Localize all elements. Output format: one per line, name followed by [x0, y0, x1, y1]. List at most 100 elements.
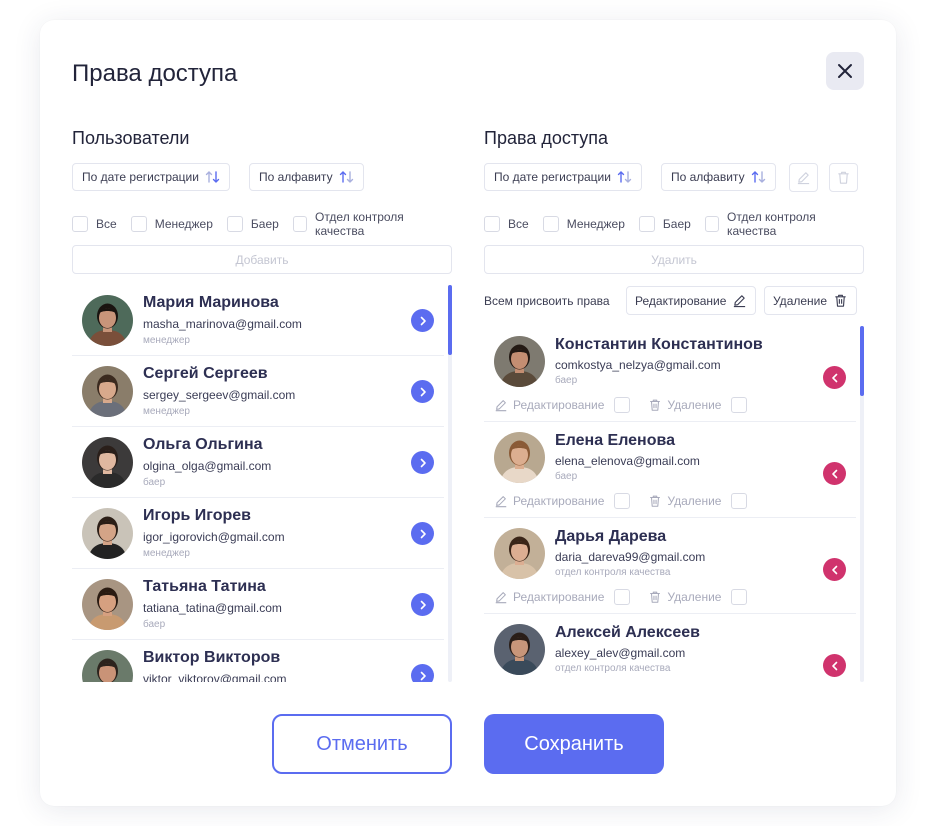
- filter-manager[interactable]: Менеджер: [130, 216, 213, 232]
- save-button[interactable]: Сохранить: [484, 714, 664, 774]
- avatar-photo: [82, 366, 133, 417]
- checkbox[interactable]: [226, 216, 243, 232]
- add-user-button[interactable]: [411, 522, 434, 545]
- filter-all[interactable]: Все: [72, 216, 117, 232]
- user-role: баер: [555, 471, 578, 482]
- scrollbar-thumb[interactable]: [860, 326, 864, 396]
- avatar-photo: [82, 579, 133, 630]
- checkbox[interactable]: [638, 216, 655, 232]
- filter-manager[interactable]: Менеджер: [542, 216, 625, 232]
- avatar: [82, 650, 133, 682]
- delete-permission-checkbox[interactable]: [731, 589, 748, 605]
- filter-label: Все: [508, 217, 529, 231]
- remove-user-button[interactable]: [823, 462, 846, 485]
- assign-delete-button[interactable]: Удаление: [764, 286, 858, 315]
- edit-permission-checkbox[interactable]: [614, 397, 631, 413]
- pencil-icon: [495, 400, 507, 412]
- user-name: Сергей Сергеев: [143, 365, 268, 382]
- sort-by-date-button[interactable]: По дате регистрации: [484, 163, 642, 191]
- add-user-button[interactable]: [411, 451, 434, 474]
- delete-permission-checkbox[interactable]: [731, 397, 748, 413]
- avatar: [494, 432, 545, 483]
- trash-icon: [835, 294, 846, 307]
- edit-permission[interactable]: Редактирование: [494, 397, 631, 413]
- delete-permission[interactable]: Удаление: [648, 493, 748, 509]
- delete-permission[interactable]: Удаление: [648, 589, 748, 605]
- permission-row[interactable]: Алексей Алексеев alexey_alev@gmail.com отд…: [484, 614, 856, 682]
- bulk-delete-button[interactable]: [829, 163, 858, 192]
- sort-icon: [751, 171, 765, 183]
- add-user-button[interactable]: [411, 593, 434, 616]
- scrollbar-thumb[interactable]: [448, 285, 452, 355]
- chevron-left-icon: [831, 661, 837, 670]
- delete-permission-checkbox[interactable]: [731, 493, 748, 509]
- user-row[interactable]: Татьяна Татина tatiana_tatina@gmail.com ба…: [72, 569, 444, 640]
- remove-user-button[interactable]: [823, 654, 846, 677]
- user-role: менеджер: [143, 406, 190, 417]
- edit-permission-label: Редактирование: [513, 398, 605, 412]
- checkbox[interactable]: [292, 216, 307, 232]
- filter-qc[interactable]: Отдел контроля качества: [292, 210, 438, 238]
- scrollbar[interactable]: [860, 326, 864, 682]
- permission-row[interactable]: Дарья Дарева daria_dareva99@gmail.com отде…: [484, 518, 856, 614]
- user-row[interactable]: Сергей Сергеев sergey_sergeev@gmail.com ме…: [72, 356, 444, 427]
- access-rights-dialog: Права доступа Пользователи По дате регис…: [40, 20, 896, 806]
- edit-permission[interactable]: Редактирование: [494, 589, 631, 605]
- permissions-list[interactable]: Константин Константинов comkostya_nelzya@…: [484, 326, 864, 682]
- cancel-button[interactable]: Отменить: [272, 714, 452, 774]
- checkbox[interactable]: [130, 216, 147, 232]
- edit-permission-label: Редактирование: [513, 494, 605, 508]
- sort-alpha-button[interactable]: По алфавиту: [661, 163, 776, 191]
- user-row[interactable]: Ольга Ольгина olgina_olga@gmail.com баер: [72, 427, 444, 498]
- remove-user-button[interactable]: [823, 366, 846, 389]
- user-role: отдел контроля качества: [555, 663, 671, 674]
- add-user-button[interactable]: [411, 664, 434, 682]
- role-filters: Все Менеджер Баер Отдел контроля качеств…: [72, 210, 452, 238]
- user-name: Татьяна Татина: [143, 578, 266, 595]
- scrollbar[interactable]: [448, 285, 452, 682]
- users-list[interactable]: Мария Маринова masha_marinova@gmail.com ме…: [72, 285, 452, 682]
- edit-permission[interactable]: Редактирование: [494, 493, 631, 509]
- edit-permission-checkbox[interactable]: [614, 589, 631, 605]
- filter-label: Баер: [662, 217, 691, 231]
- bulk-edit-button[interactable]: [789, 163, 818, 192]
- add-user-button[interactable]: [411, 380, 434, 403]
- pencil-icon: [797, 172, 810, 185]
- add-button[interactable]: Добавить: [72, 245, 452, 274]
- filter-label: Отдел контроля качества: [314, 210, 404, 238]
- edit-permission-label: Редактирование: [513, 590, 605, 604]
- user-row[interactable]: Игорь Игорев igor_igorovich@gmail.com мене…: [72, 498, 444, 569]
- filter-buyer[interactable]: Баер: [226, 216, 279, 232]
- checkbox[interactable]: [72, 216, 88, 232]
- chevron-right-icon: [420, 529, 426, 538]
- avatar-photo: [494, 336, 545, 387]
- filter-qc[interactable]: Отдел контроля качества: [704, 210, 850, 238]
- avatar: [82, 508, 133, 559]
- edit-permission-checkbox[interactable]: [614, 493, 631, 509]
- pencil-icon: [495, 496, 507, 508]
- users-title: Пользователи: [72, 128, 190, 148]
- user-row[interactable]: Мария Маринова masha_marinova@gmail.com ме…: [72, 285, 444, 356]
- checkbox[interactable]: [704, 216, 719, 232]
- permission-row[interactable]: Константин Константинов comkostya_nelzya@…: [484, 326, 856, 422]
- sort-alpha-button[interactable]: По алфавиту: [249, 163, 364, 191]
- delete-permission[interactable]: Удаление: [648, 397, 748, 413]
- delete-button[interactable]: Удалить: [484, 245, 864, 274]
- user-name: Дарья Дарева: [555, 528, 667, 545]
- filter-buyer[interactable]: Баер: [638, 216, 691, 232]
- delete-permission-label: Удаление: [667, 398, 722, 412]
- permission-row[interactable]: Елена Еленова elena_elenova@gmail.com баер…: [484, 422, 856, 518]
- filter-all[interactable]: Все: [484, 216, 529, 232]
- avatar-photo: [82, 650, 133, 682]
- sort-by-date-button[interactable]: По дате регистрации: [72, 163, 230, 191]
- user-role: менеджер: [143, 335, 190, 346]
- user-row[interactable]: Виктор Викторов viktor_viktorov@gmail.com…: [72, 640, 444, 682]
- user-role: отдел контроля качества: [555, 567, 671, 578]
- add-user-button[interactable]: [411, 309, 434, 332]
- checkbox[interactable]: [484, 216, 500, 232]
- user-name: Игорь Игорев: [143, 507, 252, 524]
- checkbox[interactable]: [542, 216, 559, 232]
- user-name: Виктор Викторов: [143, 649, 281, 666]
- remove-user-button[interactable]: [823, 558, 846, 581]
- assign-edit-button[interactable]: Редактирование: [626, 286, 757, 315]
